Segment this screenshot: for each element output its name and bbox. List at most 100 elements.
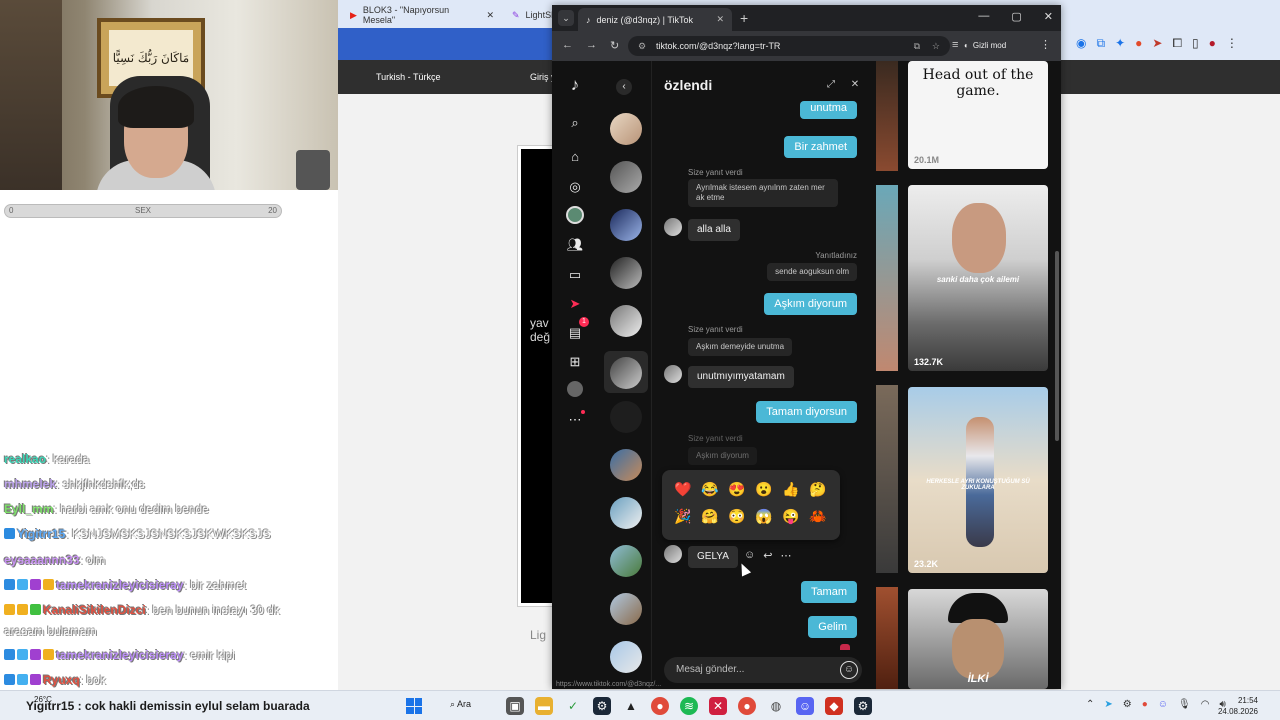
chat-username[interactable]: eysaaannn33 bbox=[4, 553, 79, 567]
emoji-reaction-option[interactable]: 😮 bbox=[755, 480, 773, 498]
conversation-avatar[interactable] bbox=[610, 305, 642, 337]
steam-icon[interactable]: ⚙ bbox=[593, 697, 611, 715]
back-button[interactable]: ← bbox=[562, 39, 573, 51]
reload-button[interactable]: ↻ bbox=[610, 39, 619, 52]
emoji-reaction-option[interactable]: 😍 bbox=[728, 480, 746, 498]
menu-icon[interactable]: ⋮ bbox=[1040, 38, 1051, 51]
tab-tiktok[interactable]: ♪ deniz (@d3nqz) | TikTok ✕ bbox=[578, 8, 732, 31]
video-card[interactable]: Head out of the game. 20.1M bbox=[908, 61, 1048, 169]
emoji-reaction-option[interactable]: 🦀 bbox=[809, 507, 827, 525]
emoji-reaction-option[interactable]: 😱 bbox=[755, 507, 773, 525]
close-icon[interactable]: ✕ bbox=[716, 14, 724, 25]
explore-icon[interactable]: ◎ bbox=[565, 177, 585, 197]
taskbar-search[interactable]: ⌕ Ara bbox=[450, 699, 471, 710]
collapse-icon[interactable]: ‹ bbox=[616, 79, 632, 95]
emoji-reaction-option[interactable]: 😳 bbox=[728, 507, 746, 525]
epic-icon[interactable]: ▲ bbox=[622, 697, 640, 715]
chat-username[interactable]: KanaliSikilenDizci bbox=[43, 603, 146, 617]
emoji-reaction-option[interactable]: 🤗 bbox=[701, 507, 719, 525]
conversation-avatar[interactable] bbox=[610, 209, 642, 241]
message-sent[interactable]: unutma bbox=[800, 101, 857, 119]
check-app-icon[interactable]: ✓ bbox=[564, 697, 582, 715]
chat-username[interactable]: mhmelek bbox=[4, 477, 56, 491]
discord-tray-icon[interactable]: ☺ bbox=[1158, 699, 1168, 710]
emoji-reaction-option[interactable]: 😂 bbox=[701, 480, 719, 498]
message-sent[interactable]: Bir zahmet bbox=[784, 136, 857, 158]
message-input[interactable]: Mesaj gönder... ☺ bbox=[664, 657, 862, 683]
microphone-icon[interactable]: 🎙︎ bbox=[1178, 699, 1191, 710]
expand-icon[interactable]: ⤢ bbox=[823, 77, 839, 93]
message-sent[interactable]: Aşkım diyorum bbox=[764, 293, 857, 315]
chevron-up-icon[interactable]: ⌃ bbox=[1086, 699, 1094, 710]
puzzle-icon[interactable]: ⧠ bbox=[1172, 36, 1182, 51]
react-icon[interactable]: ☺ bbox=[744, 549, 755, 562]
clock[interactable]: 21:54 24.08.2026 bbox=[1218, 695, 1258, 717]
emoji-reaction-option[interactable]: ❤️ bbox=[674, 480, 692, 498]
url-field[interactable]: ⚙ tiktok.com/@d3nqz?lang=tr-TR ⧉ ☆ bbox=[628, 36, 950, 56]
spotify-icon[interactable]: ≋ bbox=[680, 697, 698, 715]
steam-tray-icon[interactable]: ⚙ bbox=[1123, 699, 1132, 710]
sender-avatar[interactable] bbox=[664, 218, 682, 236]
profile-icon[interactable] bbox=[565, 381, 585, 401]
translate-icon[interactable]: ⧉ bbox=[1096, 36, 1105, 51]
message-sent[interactable]: Tamam bbox=[800, 581, 857, 603]
emoji-reaction-option[interactable]: 🎉 bbox=[674, 507, 692, 525]
bg-tab-blok3[interactable]: ▶ BLOK3 - "Napıyorsun Mesela" ✕ bbox=[342, 4, 502, 26]
friends-icon[interactable]: 👥︎ bbox=[565, 235, 585, 255]
star-icon[interactable]: ☆ bbox=[932, 36, 940, 56]
media-icon[interactable]: ≡ bbox=[952, 39, 958, 51]
conversation-avatar[interactable] bbox=[610, 641, 642, 673]
upload-icon[interactable]: ⊞ bbox=[565, 352, 585, 372]
message-received[interactable]: alla alla bbox=[688, 219, 740, 241]
chrome-icon[interactable]: ● bbox=[738, 697, 756, 715]
maximize-button[interactable]: ▢ bbox=[1011, 10, 1021, 23]
avatar[interactable]: ● bbox=[1209, 36, 1216, 51]
chrome-tray-icon[interactable]: ● bbox=[1142, 699, 1148, 710]
message-received[interactable]: GELYA bbox=[688, 546, 738, 568]
emoji-reaction-option[interactable]: 👍 bbox=[782, 480, 800, 498]
sidebar-icon[interactable]: ▯ bbox=[1192, 36, 1199, 51]
close-icon[interactable]: ✕ bbox=[847, 77, 863, 93]
file-explorer-icon[interactable]: ▬ bbox=[535, 697, 553, 715]
xsplit-icon[interactable]: ✕ bbox=[709, 697, 727, 715]
emoji-reaction-option[interactable]: 🤔 bbox=[809, 480, 827, 498]
conversation-avatar[interactable] bbox=[610, 497, 642, 529]
close-window-button[interactable]: ✕ bbox=[1044, 10, 1053, 23]
forward-button[interactable]: → bbox=[586, 39, 597, 51]
translate-icon[interactable]: ⧉ bbox=[914, 36, 920, 56]
tab-search-button[interactable]: ⌄ bbox=[558, 10, 574, 26]
extension-icon[interactable]: ✦ bbox=[1115, 36, 1125, 51]
chat-username[interactable]: Ryuxq bbox=[43, 673, 80, 687]
steam-icon[interactable]: ⚙ bbox=[854, 697, 872, 715]
language-selector[interactable]: Turkish - Türkçe bbox=[376, 72, 441, 82]
incognito-indicator[interactable]: ◐ Gizli mod bbox=[964, 36, 1006, 56]
chrome-icon[interactable]: ● bbox=[651, 697, 669, 715]
message-sent[interactable]: Gelim bbox=[808, 616, 857, 638]
extension-icon[interactable]: ◉ bbox=[1076, 36, 1086, 51]
chat-username[interactable]: Eyll_mm bbox=[4, 502, 53, 516]
profile-avatar[interactable] bbox=[565, 206, 585, 226]
conversation-avatar[interactable] bbox=[610, 593, 642, 625]
more-icon[interactable]: ⋯ bbox=[780, 549, 791, 562]
conversation-avatar[interactable] bbox=[610, 401, 642, 433]
conversation-avatar[interactable] bbox=[610, 113, 642, 145]
send-icon[interactable]: ➤ bbox=[565, 294, 585, 314]
feed-scrollbar[interactable] bbox=[1055, 251, 1059, 441]
emoji-reaction-option[interactable]: 😜 bbox=[782, 507, 800, 525]
new-tab-button[interactable]: + bbox=[740, 10, 748, 26]
chat-username[interactable]: Yigitrr15 bbox=[17, 527, 65, 541]
extension-icon[interactable]: ● bbox=[1135, 36, 1142, 51]
conversation-avatar[interactable] bbox=[610, 357, 642, 389]
video-card[interactable]: İLKİ bbox=[908, 589, 1048, 689]
obs-icon[interactable]: ◍ bbox=[767, 697, 785, 715]
reply-icon[interactable]: ↩ bbox=[763, 549, 772, 562]
extension-icon[interactable]: ➤ bbox=[1152, 36, 1162, 51]
windows-start-icon[interactable] bbox=[406, 698, 422, 714]
discord-icon[interactable]: ☺ bbox=[796, 697, 814, 715]
emoji-icon[interactable]: ☺ bbox=[840, 661, 858, 679]
message-received[interactable]: unutmıyımyatamam bbox=[688, 366, 794, 388]
live-icon[interactable]: ▭ bbox=[565, 265, 585, 285]
telegram-icon[interactable]: ➤ bbox=[1104, 699, 1112, 710]
site-info-icon[interactable]: ⚙ bbox=[638, 36, 646, 56]
bg-tab-lightshot[interactable]: ✎ LightSh bbox=[504, 4, 556, 26]
